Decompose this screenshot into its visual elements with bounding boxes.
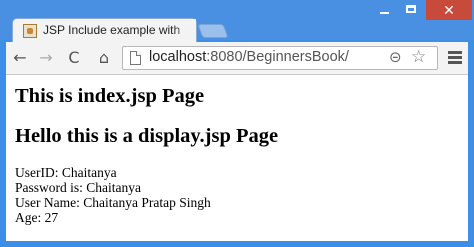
page-content: This is index.jsp Page Hello this is a d… bbox=[6, 75, 468, 241]
user-id-line: UserID: Chaitanya bbox=[15, 165, 117, 180]
home-icon[interactable]: ⌂ bbox=[92, 46, 116, 70]
menu-icon[interactable] bbox=[445, 46, 465, 70]
browser-toolbar: ← → C ⌂ localhost:8080/BeginnersBook/ ⊝ … bbox=[6, 42, 468, 75]
maximize-icon bbox=[406, 5, 416, 13]
browser-window: JSP Include example with ✕ ← → C ⌂ local… bbox=[0, 0, 474, 247]
user-name-line: User Name: Chaitanya Pratap Singh bbox=[15, 195, 211, 210]
address-bar[interactable]: localhost:8080/BeginnersBook/ ⊝ ☆ bbox=[122, 46, 438, 70]
maximize-button[interactable] bbox=[398, 0, 425, 20]
minimize-button[interactable] bbox=[371, 0, 398, 20]
menu-icon-bar bbox=[448, 51, 462, 54]
back-arrow-icon[interactable]: ← bbox=[8, 46, 32, 70]
page-icon bbox=[130, 51, 141, 65]
star-icon[interactable]: ☆ bbox=[411, 47, 426, 67]
menu-icon-bar bbox=[448, 56, 462, 59]
tab-title-fade bbox=[172, 19, 196, 41]
window-bottom-border bbox=[0, 241, 474, 247]
close-button[interactable]: ✕ bbox=[426, 0, 472, 20]
user-info: UserID: Chaitanya Password is: Chaitanya… bbox=[15, 165, 211, 225]
close-icon: ✕ bbox=[443, 3, 455, 19]
url-text[interactable]: localhost:8080/BeginnersBook/ bbox=[149, 49, 349, 65]
forward-arrow-icon[interactable]: → bbox=[34, 46, 58, 70]
url-path: :8080/BeginnersBook/ bbox=[206, 49, 349, 65]
zoom-icon[interactable]: ⊝ bbox=[389, 48, 402, 66]
tab-strip: JSP Include example with ✕ bbox=[0, 0, 474, 42]
browser-tab[interactable]: JSP Include example with bbox=[12, 18, 197, 42]
tab-title: JSP Include example with bbox=[43, 23, 181, 37]
password-line: Password is: Chaitanya bbox=[15, 180, 141, 195]
minimize-icon bbox=[380, 12, 389, 14]
reload-icon[interactable]: C bbox=[62, 46, 86, 70]
display-heading: Hello this is a display.jsp Page bbox=[15, 125, 279, 147]
age-line: Age: 27 bbox=[15, 210, 59, 225]
url-host: localhost bbox=[149, 49, 207, 65]
page-favicon-icon bbox=[23, 24, 37, 38]
new-tab-button[interactable] bbox=[197, 24, 229, 38]
menu-icon-bar bbox=[448, 61, 462, 64]
index-heading: This is index.jsp Page bbox=[15, 85, 205, 107]
